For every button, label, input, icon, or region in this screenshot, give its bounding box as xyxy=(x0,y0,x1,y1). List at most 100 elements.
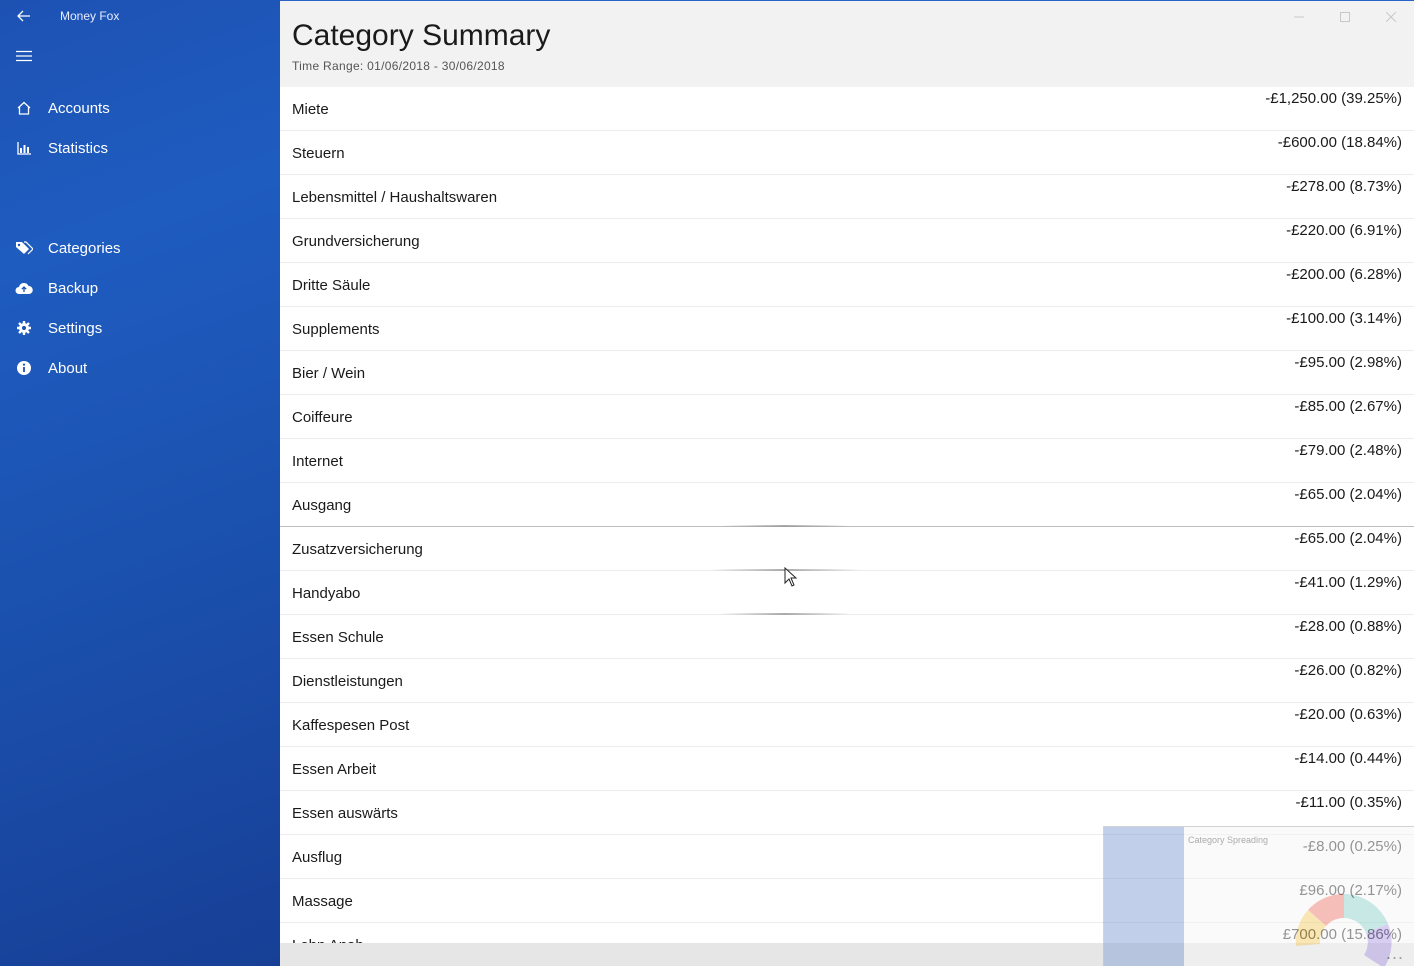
category-amount: -£65.00 (2.04%) xyxy=(1294,486,1402,503)
info-icon xyxy=(0,360,48,376)
category-row[interactable]: Dritte Säule -£200.00 (6.28%) xyxy=(280,263,1414,307)
category-amount: £96.00 (2.17%) xyxy=(1299,882,1402,899)
category-name: Kaffespesen Post xyxy=(292,717,410,734)
category-row[interactable]: Grundversicherung -£220.00 (6.91%) xyxy=(280,219,1414,263)
category-name: Essen auswärts xyxy=(292,805,398,822)
category-row[interactable]: Essen auswärts -£11.00 (0.35%) xyxy=(280,791,1414,835)
sidebar-item-backup[interactable]: Backup xyxy=(0,268,280,308)
category-amount: -£85.00 (2.67%) xyxy=(1294,398,1402,415)
drag-indicator xyxy=(720,525,850,527)
category-amount: -£11.00 (0.35%) xyxy=(1295,794,1402,811)
category-amount: -£41.00 (1.29%) xyxy=(1294,574,1402,591)
category-row[interactable]: Internet -£79.00 (2.48%) xyxy=(280,439,1414,483)
category-amount: -£8.00 (0.25%) xyxy=(1302,838,1402,855)
main-content: Category Summary Time Range: 01/06/2018 … xyxy=(280,0,1414,966)
category-amount: -£220.00 (6.91%) xyxy=(1286,222,1402,239)
category-amount: -£200.00 (6.28%) xyxy=(1286,266,1402,283)
category-name: Ausflug xyxy=(292,849,343,866)
category-amount: -£28.00 (0.88%) xyxy=(1294,618,1402,635)
back-arrow-icon xyxy=(17,10,30,22)
category-row[interactable]: Coiffeure -£85.00 (2.67%) xyxy=(280,395,1414,439)
category-name: Lebensmittel / Haushaltswaren xyxy=(292,189,498,206)
category-name: Internet xyxy=(292,453,343,470)
category-row[interactable]: Zusatzversicherung -£65.00 (2.04%) xyxy=(280,527,1414,571)
category-amount: -£1,250.00 (39.25%) xyxy=(1265,90,1402,107)
sidebar-item-settings[interactable]: Settings xyxy=(0,308,280,348)
home-icon xyxy=(0,100,48,116)
navigation-pane: Money Fox Accounts Statistics Categories… xyxy=(0,0,280,966)
category-name: Grundversicherung xyxy=(292,233,420,250)
category-name: Dienstleistungen xyxy=(292,673,403,690)
category-name: Dritte Säule xyxy=(292,277,371,294)
category-amount: -£26.00 (0.82%) xyxy=(1294,662,1402,679)
sidebar-item-label: Settings xyxy=(48,319,103,337)
category-row[interactable]: Bier / Wein -£95.00 (2.98%) xyxy=(280,351,1414,395)
sidebar-item-label: Statistics xyxy=(48,139,109,157)
category-row[interactable]: Ausflug -£8.00 (0.25%) xyxy=(280,835,1414,879)
category-amount: -£600.00 (18.84%) xyxy=(1277,134,1402,151)
hamburger-menu-button[interactable] xyxy=(12,44,36,68)
category-name: Ausgang xyxy=(292,497,352,514)
category-row[interactable]: Dienstleistungen -£26.00 (0.82%) xyxy=(280,659,1414,703)
maximize-icon xyxy=(1340,12,1350,22)
app-title: Money Fox xyxy=(60,9,120,23)
category-row[interactable]: Lebensmittel / Haushaltswaren -£278.00 (8… xyxy=(280,175,1414,219)
drag-indicator xyxy=(720,613,850,615)
back-button[interactable] xyxy=(12,4,36,28)
category-row[interactable]: Kaffespesen Post -£20.00 (0.63%) xyxy=(280,703,1414,747)
category-row[interactable]: Supplements -£100.00 (3.14%) xyxy=(280,307,1414,351)
gear-icon xyxy=(0,320,48,336)
window-controls xyxy=(1276,1,1414,33)
more-options-button[interactable]: ... xyxy=(1386,943,1404,963)
close-icon xyxy=(1386,12,1396,22)
sidebar-item-about[interactable]: About xyxy=(0,348,280,388)
category-amount: -£100.00 (3.14%) xyxy=(1286,310,1402,327)
minimize-button[interactable] xyxy=(1276,1,1322,33)
category-amount: -£20.00 (0.63%) xyxy=(1294,706,1402,723)
category-row[interactable]: Ausgang -£65.00 (2.04%) xyxy=(280,483,1414,527)
category-amount: £700.00 (15.86%) xyxy=(1282,926,1402,943)
command-bar: ... xyxy=(280,943,1414,966)
category-name: Steuern xyxy=(292,145,345,162)
category-name: Essen Schule xyxy=(292,629,384,646)
sidebar-item-label: About xyxy=(48,359,88,377)
close-button[interactable] xyxy=(1368,1,1414,33)
category-name: Coiffeure xyxy=(292,409,353,426)
category-row[interactable]: Handyabo -£41.00 (1.29%) xyxy=(280,571,1414,615)
category-row[interactable]: Steuern -£600.00 (18.84%) xyxy=(280,131,1414,175)
cloud-upload-icon xyxy=(0,281,48,295)
category-summary-list[interactable]: Miete -£1,250.00 (39.25%) Steuern -£600.00 … xyxy=(280,87,1414,943)
category-row[interactable]: Massage £96.00 (2.17%) xyxy=(280,879,1414,923)
page-title: Category Summary xyxy=(292,19,551,52)
sidebar-item-label: Backup xyxy=(48,279,99,297)
tags-icon xyxy=(0,240,48,256)
minimize-icon xyxy=(1294,16,1304,18)
category-name: Supplements xyxy=(292,321,380,338)
bar-chart-icon xyxy=(0,140,48,156)
category-amount: -£278.00 (8.73%) xyxy=(1286,178,1402,195)
sidebar-item-accounts[interactable]: Accounts xyxy=(0,88,280,128)
sidebar-item-label: Accounts xyxy=(48,99,110,117)
category-name: Massage xyxy=(292,893,353,910)
mouse-cursor-icon xyxy=(784,567,798,587)
category-name: Zusatzversicherung xyxy=(292,541,423,558)
category-row[interactable]: Essen Schule -£28.00 (0.88%) xyxy=(280,615,1414,659)
time-range-label: Time Range: 01/06/2018 - 30/06/2018 xyxy=(292,59,505,73)
category-row[interactable]: Lohn Anab£700.00 (15.86%) xyxy=(280,923,1414,943)
category-row[interactable]: Essen Arbeit -£14.00 (0.44%) xyxy=(280,747,1414,791)
category-name: Essen Arbeit xyxy=(292,761,377,778)
hamburger-icon xyxy=(16,50,32,62)
maximize-button[interactable] xyxy=(1322,1,1368,33)
sidebar-item-categories[interactable]: Categories xyxy=(0,228,280,268)
category-amount: -£14.00 (0.44%) xyxy=(1294,750,1402,767)
category-name: Miete xyxy=(292,101,329,118)
category-amount: -£65.00 (2.04%) xyxy=(1294,530,1402,547)
category-amount: -£95.00 (2.98%) xyxy=(1294,354,1402,371)
category-row[interactable]: Miete -£1,250.00 (39.25%) xyxy=(280,87,1414,131)
category-amount: -£79.00 (2.48%) xyxy=(1294,442,1402,459)
category-name: Handyabo xyxy=(292,585,361,602)
category-name: Bier / Wein xyxy=(292,365,366,382)
sidebar-item-statistics[interactable]: Statistics xyxy=(0,128,280,168)
page-header: Category Summary Time Range: 01/06/2018 … xyxy=(280,1,1414,87)
sidebar-item-label: Categories xyxy=(48,239,121,257)
